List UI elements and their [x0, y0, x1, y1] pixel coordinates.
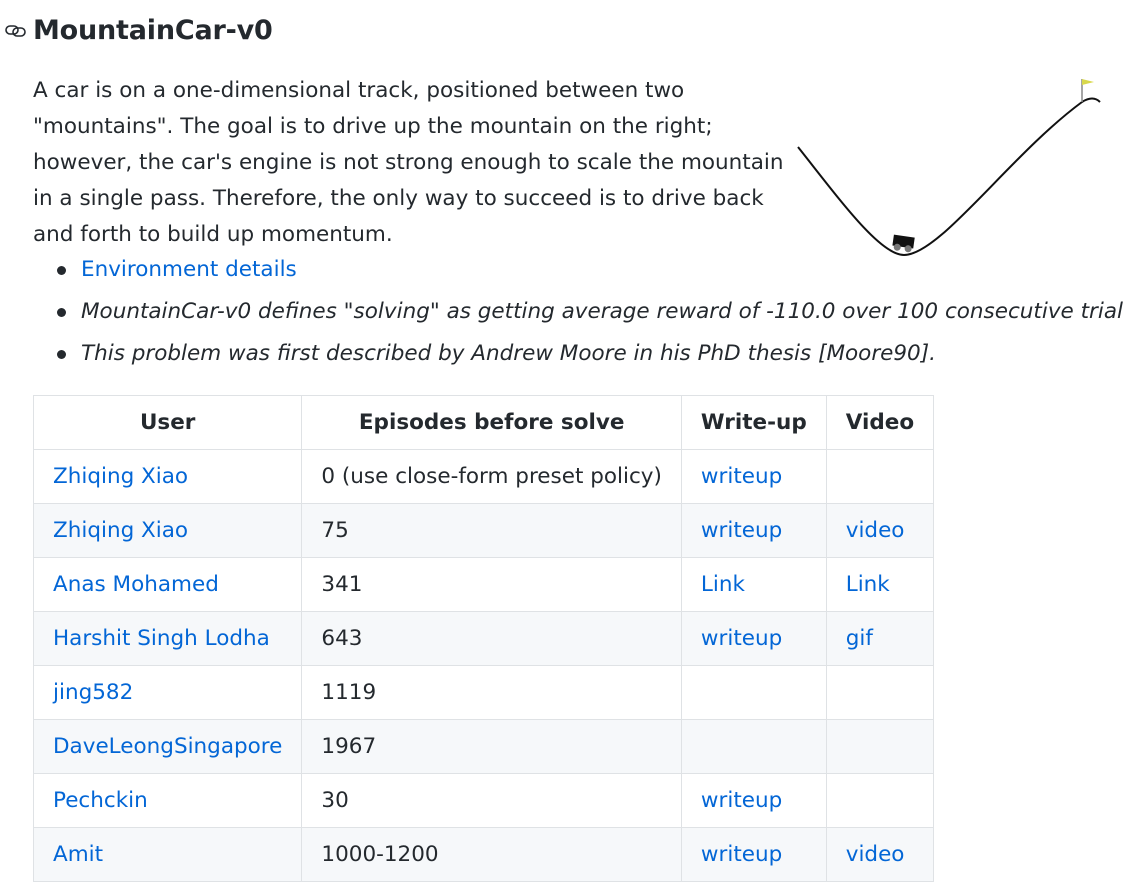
writeup-link[interactable]: writeup [701, 842, 782, 867]
list-item: This problem was first described by Andr… [57, 336, 936, 372]
writeup-cell: writeup [680, 449, 827, 504]
episodes-cell: 1119 [301, 665, 682, 720]
writeup-cell: writeup [680, 827, 827, 882]
video-cell [825, 665, 935, 720]
writeup-cell: Link [680, 557, 827, 612]
table-row: Pechckin 30 writeup [32, 773, 935, 828]
user-link[interactable]: Zhiqing Xiao [53, 518, 188, 543]
user-cell: Zhiqing Xiao [32, 503, 303, 558]
leaderboard-table: User Episodes before solve Write-up Vide… [32, 395, 935, 882]
episodes-cell: 643 [301, 611, 682, 666]
video-cell: video [825, 503, 935, 558]
video-cell [825, 719, 935, 774]
episodes-cell: 30 [301, 773, 682, 828]
video-link[interactable]: gif [846, 626, 873, 651]
description-line: however, the car's engine is not strong … [33, 150, 784, 175]
user-link[interactable]: Anas Mohamed [53, 572, 219, 597]
table-header-row: User Episodes before solve Write-up Vide… [32, 395, 935, 450]
writeup-cell: writeup [680, 773, 827, 828]
user-cell: Zhiqing Xiao [32, 449, 303, 504]
video-cell [825, 449, 935, 504]
user-link[interactable]: DaveLeongSingapore [53, 734, 282, 759]
table-row: Harshit Singh Lodha 643 writeup gif [32, 611, 935, 666]
table-row: Zhiqing Xiao 0 (use close-form preset po… [32, 449, 935, 504]
column-header-video: Video [825, 395, 935, 450]
video-cell: Link [825, 557, 935, 612]
video-link[interactable]: video [846, 518, 905, 543]
video-link[interactable]: Link [846, 572, 890, 597]
mountain-track [797, 97, 1101, 257]
writeup-link[interactable]: Link [701, 572, 745, 597]
table-row: Anas Mohamed 341 Link Link [32, 557, 935, 612]
episodes-cell: 1967 [301, 719, 682, 774]
user-cell: Amit [32, 827, 303, 882]
episodes-cell: 75 [301, 503, 682, 558]
car-icon [892, 234, 915, 253]
table-row: Zhiqing Xiao 75 writeup video [32, 503, 935, 558]
user-cell: DaveLeongSingapore [32, 719, 303, 774]
user-link[interactable]: Amit [53, 842, 103, 867]
table-row: Amit 1000-1200 writeup video [32, 827, 935, 882]
video-cell: gif [825, 611, 935, 666]
table-row: jing582 1119 [32, 665, 935, 720]
user-link[interactable]: jing582 [53, 680, 133, 705]
column-header-writeup: Write-up [680, 395, 827, 450]
description-paragraph: A car is on a one-dimensional track, pos… [33, 73, 793, 253]
user-link[interactable]: Zhiqing Xiao [53, 464, 188, 489]
link-icon[interactable] [4, 17, 30, 43]
writeup-cell: writeup [680, 503, 827, 558]
writeup-link[interactable]: writeup [701, 518, 782, 543]
list-item: Environment details [57, 252, 297, 288]
page-heading: MountainCar-v0 [4, 12, 273, 48]
description-line: in a single pass. Therefore, the only wa… [33, 186, 764, 211]
user-link[interactable]: Harshit Singh Lodha [53, 626, 270, 651]
table-row: DaveLeongSingapore 1967 [32, 719, 935, 774]
mountain-car-illustration [790, 70, 1110, 265]
history-text: This problem was first described by Andr… [81, 341, 936, 366]
solving-criteria-text: MountainCar-v0 defines "solving" as gett… [81, 299, 1123, 324]
column-header-user: User [32, 395, 303, 450]
episodes-cell: 1000-1200 [301, 827, 682, 882]
description-line: and forth to build up momentum. [33, 222, 393, 247]
user-cell: Anas Mohamed [32, 557, 303, 612]
episodes-cell: 0 (use close-form preset policy) [301, 449, 682, 504]
description-line: "mountains". The goal is to drive up the… [33, 114, 713, 139]
writeup-cell [680, 665, 827, 720]
writeup-link[interactable]: writeup [701, 788, 782, 813]
writeup-link[interactable]: writeup [701, 464, 782, 489]
column-header-episodes: Episodes before solve [301, 395, 682, 450]
description-line: A car is on a one-dimensional track, pos… [33, 78, 685, 103]
user-cell: Pechckin [32, 773, 303, 828]
environment-details-link[interactable]: Environment details [81, 257, 297, 282]
writeup-cell [680, 719, 827, 774]
video-link[interactable]: video [846, 842, 905, 867]
leaderboard-table-wrapper: User Episodes before solve Write-up Vide… [32, 395, 935, 882]
video-cell: video [825, 827, 935, 882]
user-link[interactable]: Pechckin [53, 788, 148, 813]
video-cell [825, 773, 935, 828]
page-title: MountainCar-v0 [33, 14, 273, 46]
writeup-link[interactable]: writeup [701, 626, 782, 651]
episodes-cell: 341 [301, 557, 682, 612]
list-item: MountainCar-v0 defines "solving" as gett… [56, 294, 1123, 330]
user-cell: jing582 [32, 665, 303, 720]
writeup-cell: writeup [680, 611, 827, 666]
user-cell: Harshit Singh Lodha [32, 611, 303, 666]
